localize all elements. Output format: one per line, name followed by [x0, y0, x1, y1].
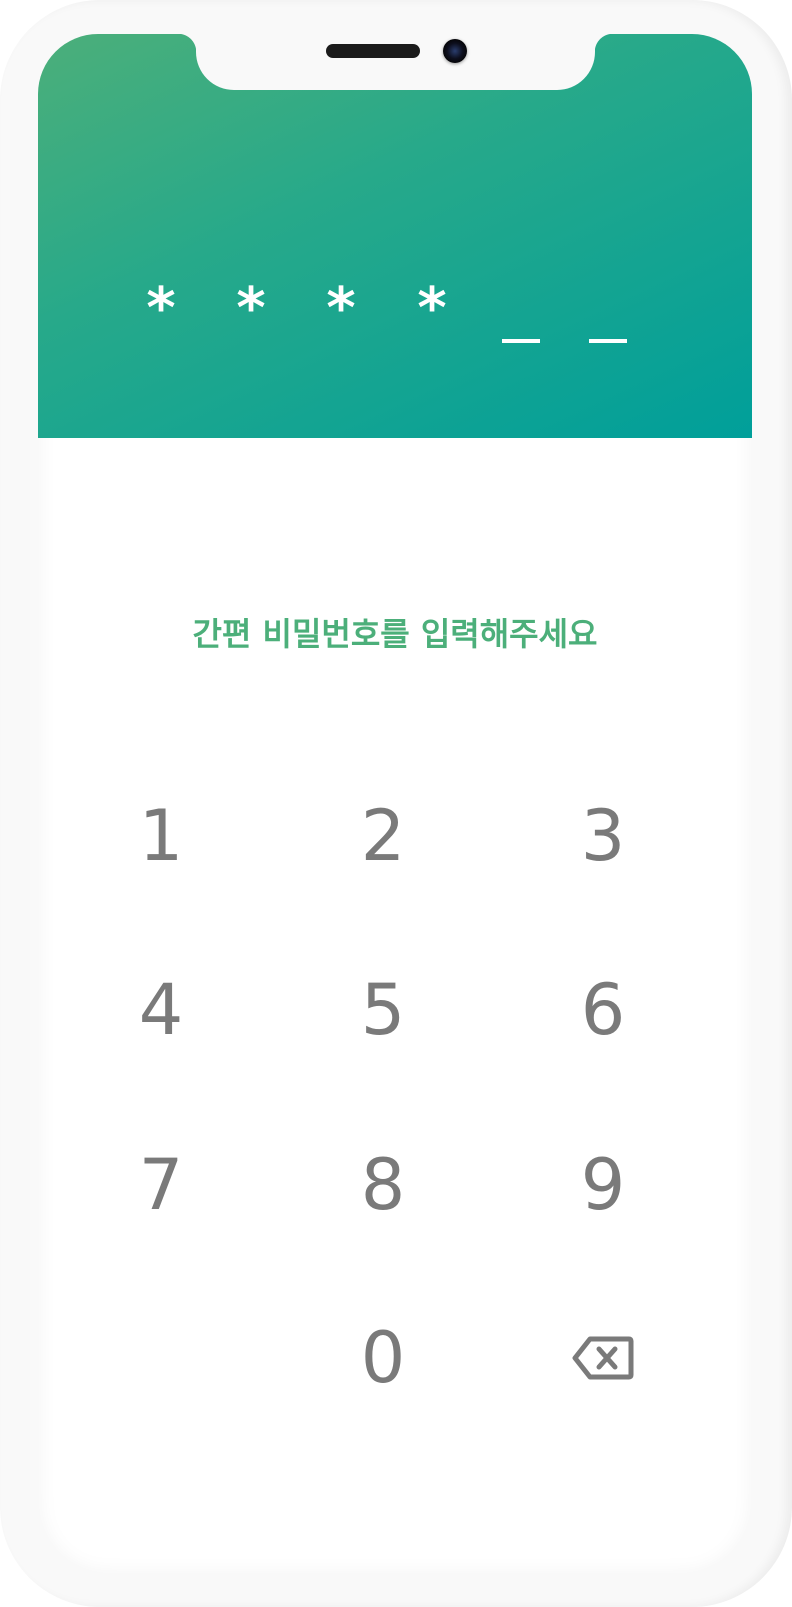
keypad-key-3[interactable]: 3 [523, 776, 683, 896]
phone-frame: * * * * 간편 비밀번호를 입력해주세요 1 2 3 4 5 6 7 8 … [0, 0, 792, 1607]
pin-header: * * * * [38, 34, 752, 438]
pin-indicator: * * * * [38, 279, 752, 369]
speaker-grille [326, 44, 420, 58]
keypad-key-2[interactable]: 2 [303, 776, 463, 896]
keypad-key-5[interactable]: 5 [303, 950, 463, 1070]
screen: * * * * 간편 비밀번호를 입력해주세요 1 2 3 4 5 6 7 8 … [38, 34, 752, 1574]
device-notch [178, 34, 613, 90]
backspace-icon [572, 1336, 634, 1380]
keypad-key-6[interactable]: 6 [523, 950, 683, 1070]
pin-empty-mark [502, 339, 540, 343]
keypad-key-7[interactable]: 7 [81, 1125, 241, 1245]
keypad-key-4[interactable]: 4 [81, 950, 241, 1070]
pin-slot-2: * [221, 279, 281, 369]
pin-filled-mark: * [417, 276, 447, 341]
keypad-key-9[interactable]: 9 [523, 1125, 683, 1245]
front-camera [443, 39, 467, 63]
pin-empty-mark [589, 339, 627, 343]
keypad-key-1[interactable]: 1 [81, 776, 241, 896]
keypad-key-8[interactable]: 8 [303, 1125, 463, 1245]
pin-slot-6 [579, 279, 639, 369]
pin-filled-mark: * [326, 276, 356, 341]
pin-slot-5 [492, 279, 552, 369]
pin-slot-3: * [311, 279, 371, 369]
pin-prompt-text: 간편 비밀번호를 입력해주세요 [192, 615, 598, 653]
keypad-key-0[interactable]: 0 [303, 1298, 463, 1418]
backspace-button[interactable] [523, 1298, 683, 1418]
pin-filled-mark: * [146, 276, 176, 341]
pin-slot-1: * [131, 279, 191, 369]
pin-filled-mark: * [236, 276, 266, 341]
pin-slot-4: * [402, 279, 462, 369]
